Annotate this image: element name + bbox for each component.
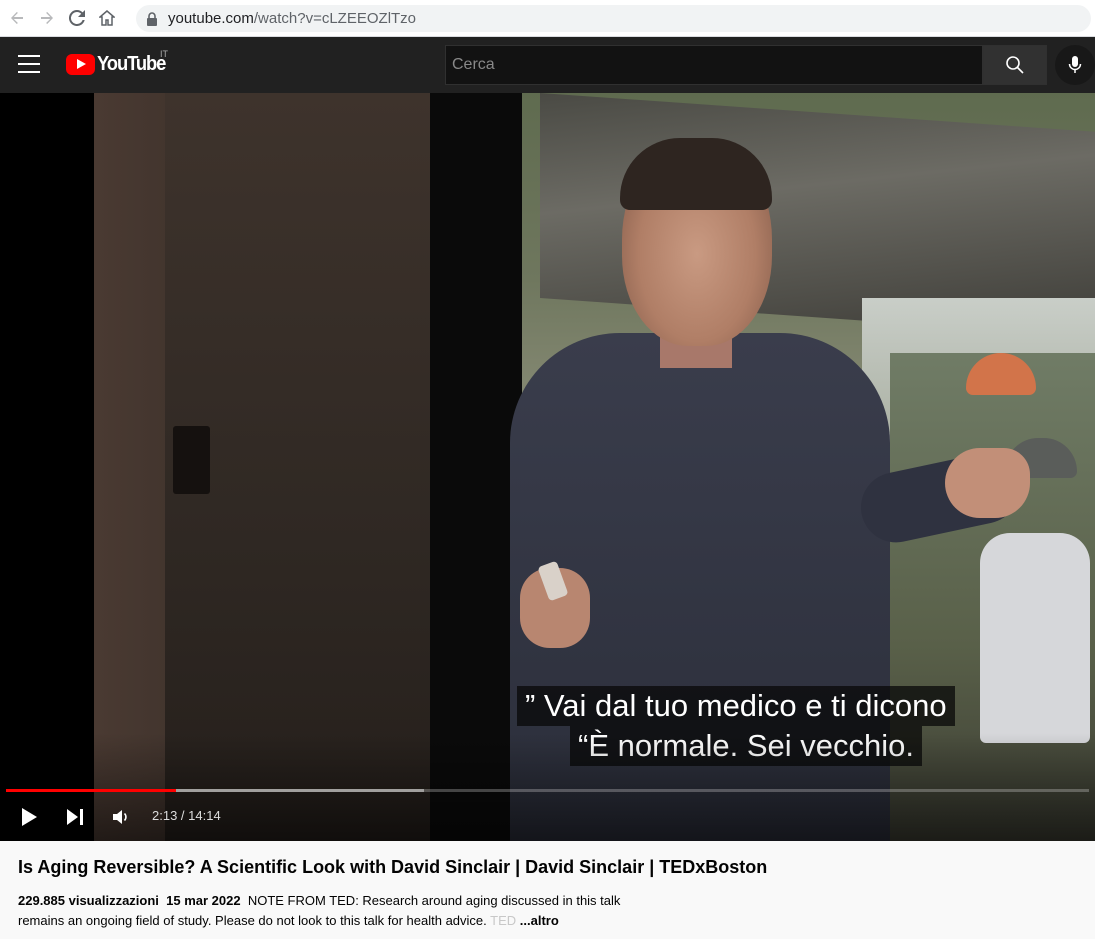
play-icon xyxy=(22,808,37,826)
subtitle-line-1: ” Vai dal tuo medico e ti dicono xyxy=(517,686,955,726)
search-box xyxy=(445,45,983,85)
forward-icon[interactable] xyxy=(34,5,60,31)
video-player[interactable]: ” Vai dal tuo medico e ti dicono “È norm… xyxy=(0,93,1095,841)
youtube-play-icon xyxy=(66,54,95,75)
country-code: IT xyxy=(160,49,168,59)
menu-icon[interactable] xyxy=(18,55,40,73)
progress-played xyxy=(6,789,177,792)
play-button[interactable] xyxy=(16,804,42,830)
home-icon[interactable] xyxy=(94,5,120,31)
url-path: /watch?v=cLZEEOZlTzo xyxy=(253,10,417,27)
youtube-header: YouTube IT xyxy=(0,37,1095,93)
progress-bar[interactable] xyxy=(6,789,1089,792)
lock-icon xyxy=(147,11,157,26)
video-description[interactable]: 229.885 visualizzazioni 15 mar 2022 NOTE… xyxy=(18,891,658,931)
mute-button[interactable] xyxy=(108,804,134,830)
video-title: Is Aging Reversible? A Scientific Look w… xyxy=(18,857,768,877)
youtube-logo[interactable]: YouTube xyxy=(66,53,171,76)
back-icon[interactable] xyxy=(4,5,30,31)
search-icon xyxy=(1006,56,1024,74)
browser-toolbar: youtube.com/watch?v=cLZEEOZlTzo xyxy=(0,0,1095,37)
logo-text: YouTube xyxy=(97,53,166,75)
url-host: youtube.com xyxy=(168,10,254,27)
address-bar[interactable]: youtube.com/watch?v=cLZEEOZlTzo xyxy=(136,5,1091,32)
microphone-icon xyxy=(1068,56,1082,73)
reload-icon[interactable] xyxy=(64,5,90,31)
time-display: 2:13 / 14:14 xyxy=(152,808,221,823)
voice-search-button[interactable] xyxy=(1055,45,1095,85)
show-more-link[interactable]: ...altro xyxy=(520,913,559,928)
volume-icon xyxy=(113,810,127,824)
description-faded-text: TED xyxy=(490,913,517,928)
upload-date: 15 mar 2022 xyxy=(166,893,241,908)
controls-gradient xyxy=(0,733,1095,841)
search-input[interactable] xyxy=(452,56,982,74)
next-button[interactable] xyxy=(62,804,88,830)
view-count: 229.885 visualizzazioni xyxy=(18,893,159,908)
search-button[interactable] xyxy=(983,45,1047,85)
skip-next-icon xyxy=(67,809,83,825)
